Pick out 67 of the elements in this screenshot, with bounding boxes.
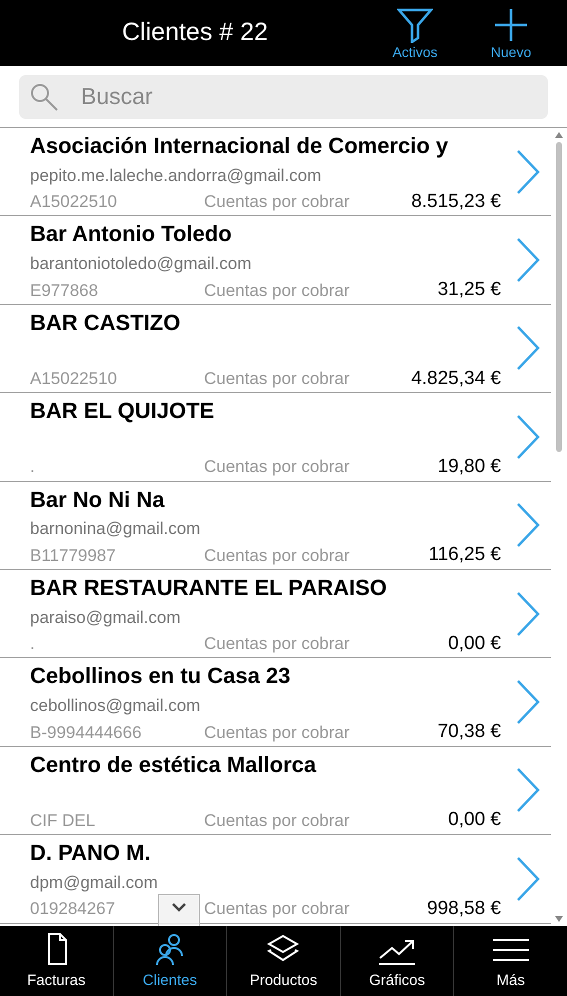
client-amount: 8.515,23 € bbox=[411, 190, 501, 214]
client-id: . bbox=[30, 456, 35, 478]
client-amount: 70,38 € bbox=[438, 720, 501, 744]
client-email: barnonina@gmail.com bbox=[30, 518, 200, 540]
chevron-right-icon[interactable] bbox=[515, 766, 541, 814]
client-email: dpm@gmail.com bbox=[30, 872, 158, 894]
client-status: Cuentas por cobrar bbox=[204, 191, 350, 214]
scroll-down-icon[interactable] bbox=[555, 916, 563, 922]
client-email: cebollinos@gmail.com bbox=[30, 695, 200, 718]
chevron-right-icon[interactable] bbox=[515, 412, 541, 461]
new-button[interactable]: Nuevo bbox=[463, 5, 559, 61]
client-name: BAR CASTIZO bbox=[30, 308, 182, 337]
client-status: Cuentas por cobrar bbox=[204, 810, 350, 832]
chevron-right-icon[interactable] bbox=[515, 501, 541, 550]
chevron-right-icon[interactable] bbox=[515, 324, 541, 372]
chevron-right-icon[interactable] bbox=[515, 148, 541, 196]
client-id: 019284267 bbox=[30, 898, 116, 920]
search-field[interactable]: Buscar bbox=[19, 74, 548, 118]
client-status: Cuentas por cobrar bbox=[204, 633, 350, 656]
nav-tab[interactable]: Clientes bbox=[112, 926, 226, 996]
chevron-right-icon[interactable] bbox=[515, 236, 541, 284]
search-icon bbox=[29, 82, 59, 112]
nav-tab[interactable]: Gráficos bbox=[340, 926, 454, 996]
chevron-right-icon[interactable] bbox=[515, 590, 541, 638]
client-amount: 0,00 € bbox=[448, 808, 501, 832]
client-amount: 31,25 € bbox=[438, 278, 501, 302]
client-name: Asociación Internacional de Comercio y bbox=[30, 132, 450, 160]
client-id: A15022510 bbox=[30, 191, 117, 214]
client-email: barantoniotoledo@gmail.com bbox=[30, 253, 252, 276]
client-name: D. PANO M. bbox=[30, 839, 152, 868]
client-id: B11779987 bbox=[30, 544, 116, 567]
client-email: pepito.me.laleche.andorra@gmail.com bbox=[30, 164, 322, 187]
client-amount: 19,80 € bbox=[438, 454, 501, 479]
client-name: Bar Antonio Toledo bbox=[30, 220, 233, 248]
nav-tab[interactable]: Facturas bbox=[0, 926, 113, 996]
client-amount: 116,25 € bbox=[428, 543, 501, 568]
client-amount: 998,58 € bbox=[427, 896, 501, 921]
client-id: CIF DEL bbox=[30, 810, 96, 832]
filter-button[interactable]: Activos bbox=[367, 5, 463, 61]
client-name: Bar No Ni Na bbox=[30, 486, 166, 514]
client-name: Cebollinos en tu Casa 23 bbox=[30, 662, 292, 690]
scroll-down-button[interactable] bbox=[158, 894, 200, 926]
client-status: Cuentas por cobrar bbox=[204, 280, 350, 302]
scroll-up-icon[interactable] bbox=[555, 132, 563, 138]
client-status: Cuentas por cobrar bbox=[204, 722, 350, 744]
chevron-right-icon[interactable] bbox=[515, 854, 541, 903]
chevron-down-icon bbox=[172, 903, 186, 912]
client-status: Cuentas por cobrar bbox=[204, 368, 350, 390]
client-amount: 0,00 € bbox=[448, 632, 501, 656]
client-name: BAR EL QUIJOTE bbox=[30, 397, 216, 426]
client-id: . bbox=[30, 633, 35, 656]
client-status: Cuentas por cobrar bbox=[204, 898, 350, 920]
plus-icon bbox=[493, 7, 529, 43]
client-id: A15022510 bbox=[30, 368, 117, 390]
client-status: Cuentas por cobrar bbox=[204, 456, 350, 478]
nav-tab[interactable]: Productos bbox=[226, 926, 340, 996]
client-id: E977868 bbox=[30, 280, 98, 302]
nav-tab[interactable]: Más bbox=[453, 926, 567, 996]
client-name: Centro de estética Mallorca bbox=[30, 750, 318, 779]
page-title: Clientes # 22 bbox=[122, 17, 268, 48]
filter-icon bbox=[397, 7, 433, 43]
client-status: Cuentas por cobrar bbox=[204, 544, 350, 567]
client-name: BAR RESTAURANTE EL PARAISO bbox=[30, 574, 388, 602]
client-amount: 4.825,34 € bbox=[411, 366, 501, 391]
chevron-right-icon[interactable] bbox=[515, 678, 541, 726]
client-id: B-9994444666 bbox=[30, 722, 142, 744]
client-email: paraiso@gmail.com bbox=[30, 606, 180, 629]
